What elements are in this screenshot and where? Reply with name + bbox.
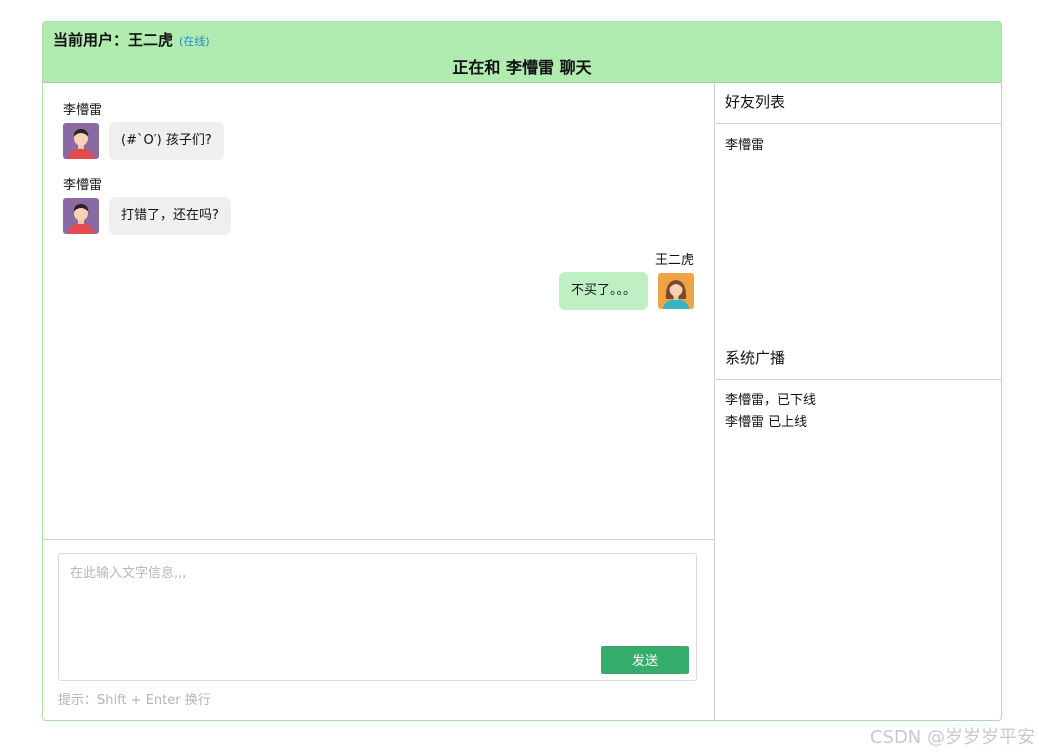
female-avatar-icon [658,273,694,309]
chat-header: 当前用户：王二虎 (在线) 正在和 李懵雷 聊天 [43,22,1001,83]
message-bubble: (#`O′) 孩子们? [109,122,224,160]
message-sender: 李懵雷 [63,178,103,193]
message-composer: 发送 [58,553,697,681]
message-bubble: 不买了。。。 [558,272,648,310]
message-input[interactable] [59,554,696,644]
conversation-pane: 李懵雷 (#`O′) 孩子们? 李懵雷 打错了，还在吗? 王二虎 不买了。。。 … [43,83,715,720]
message-list: 李懵雷 (#`O′) 孩子们? 李懵雷 打错了，还在吗? 王二虎 不买了。。。 [43,83,714,540]
friends-list-title: 好友列表 [715,83,1001,124]
broadcast-list: 李懵雷，已下线 李懵雷 已上线 [725,390,816,434]
current-user-name: 王二虎 [128,31,174,49]
message-sender: 王二虎 [654,253,694,268]
side-panel: 好友列表 李懵雷 系统广播 李懵雷，已下线 李懵雷 已上线 [715,83,1001,720]
message-item-own: 王二虎 不买了。。。 [558,249,694,310]
message-sender: 李懵雷 [63,103,103,118]
composer-hint: 提示：Shift + Enter 换行 [58,693,211,708]
broadcast-item: 李懵雷，已下线 [725,393,817,408]
friend-list-item[interactable]: 李懵雷 [725,134,764,153]
message-bubble: 打错了，还在吗? [109,197,231,235]
current-user-line: 当前用户：王二虎 (在线) [53,29,210,50]
broadcast-item: 李懵雷 已上线 [725,415,808,430]
online-status: (在线) [179,35,210,48]
send-button[interactable]: 发送 [601,646,689,674]
male-avatar-icon [63,198,99,234]
message-item: 李懵雷 打错了，还在吗? [63,174,231,235]
message-item: 李懵雷 (#`O′) 孩子们? [63,99,224,160]
chat-title: 正在和 李懵雷 聊天 [452,58,592,77]
male-avatar-icon [63,123,99,159]
watermark: CSDN @岁岁岁平安 [869,727,1035,748]
broadcast-title: 系统广播 [715,339,1001,380]
chat-app: 当前用户：王二虎 (在线) 正在和 李懵雷 聊天 李懵雷 (#`O′) 孩子们?… [42,21,1002,721]
chat-body: 李懵雷 (#`O′) 孩子们? 李懵雷 打错了，还在吗? 王二虎 不买了。。。 … [43,83,1001,720]
current-user-label: 当前用户： [53,31,129,49]
